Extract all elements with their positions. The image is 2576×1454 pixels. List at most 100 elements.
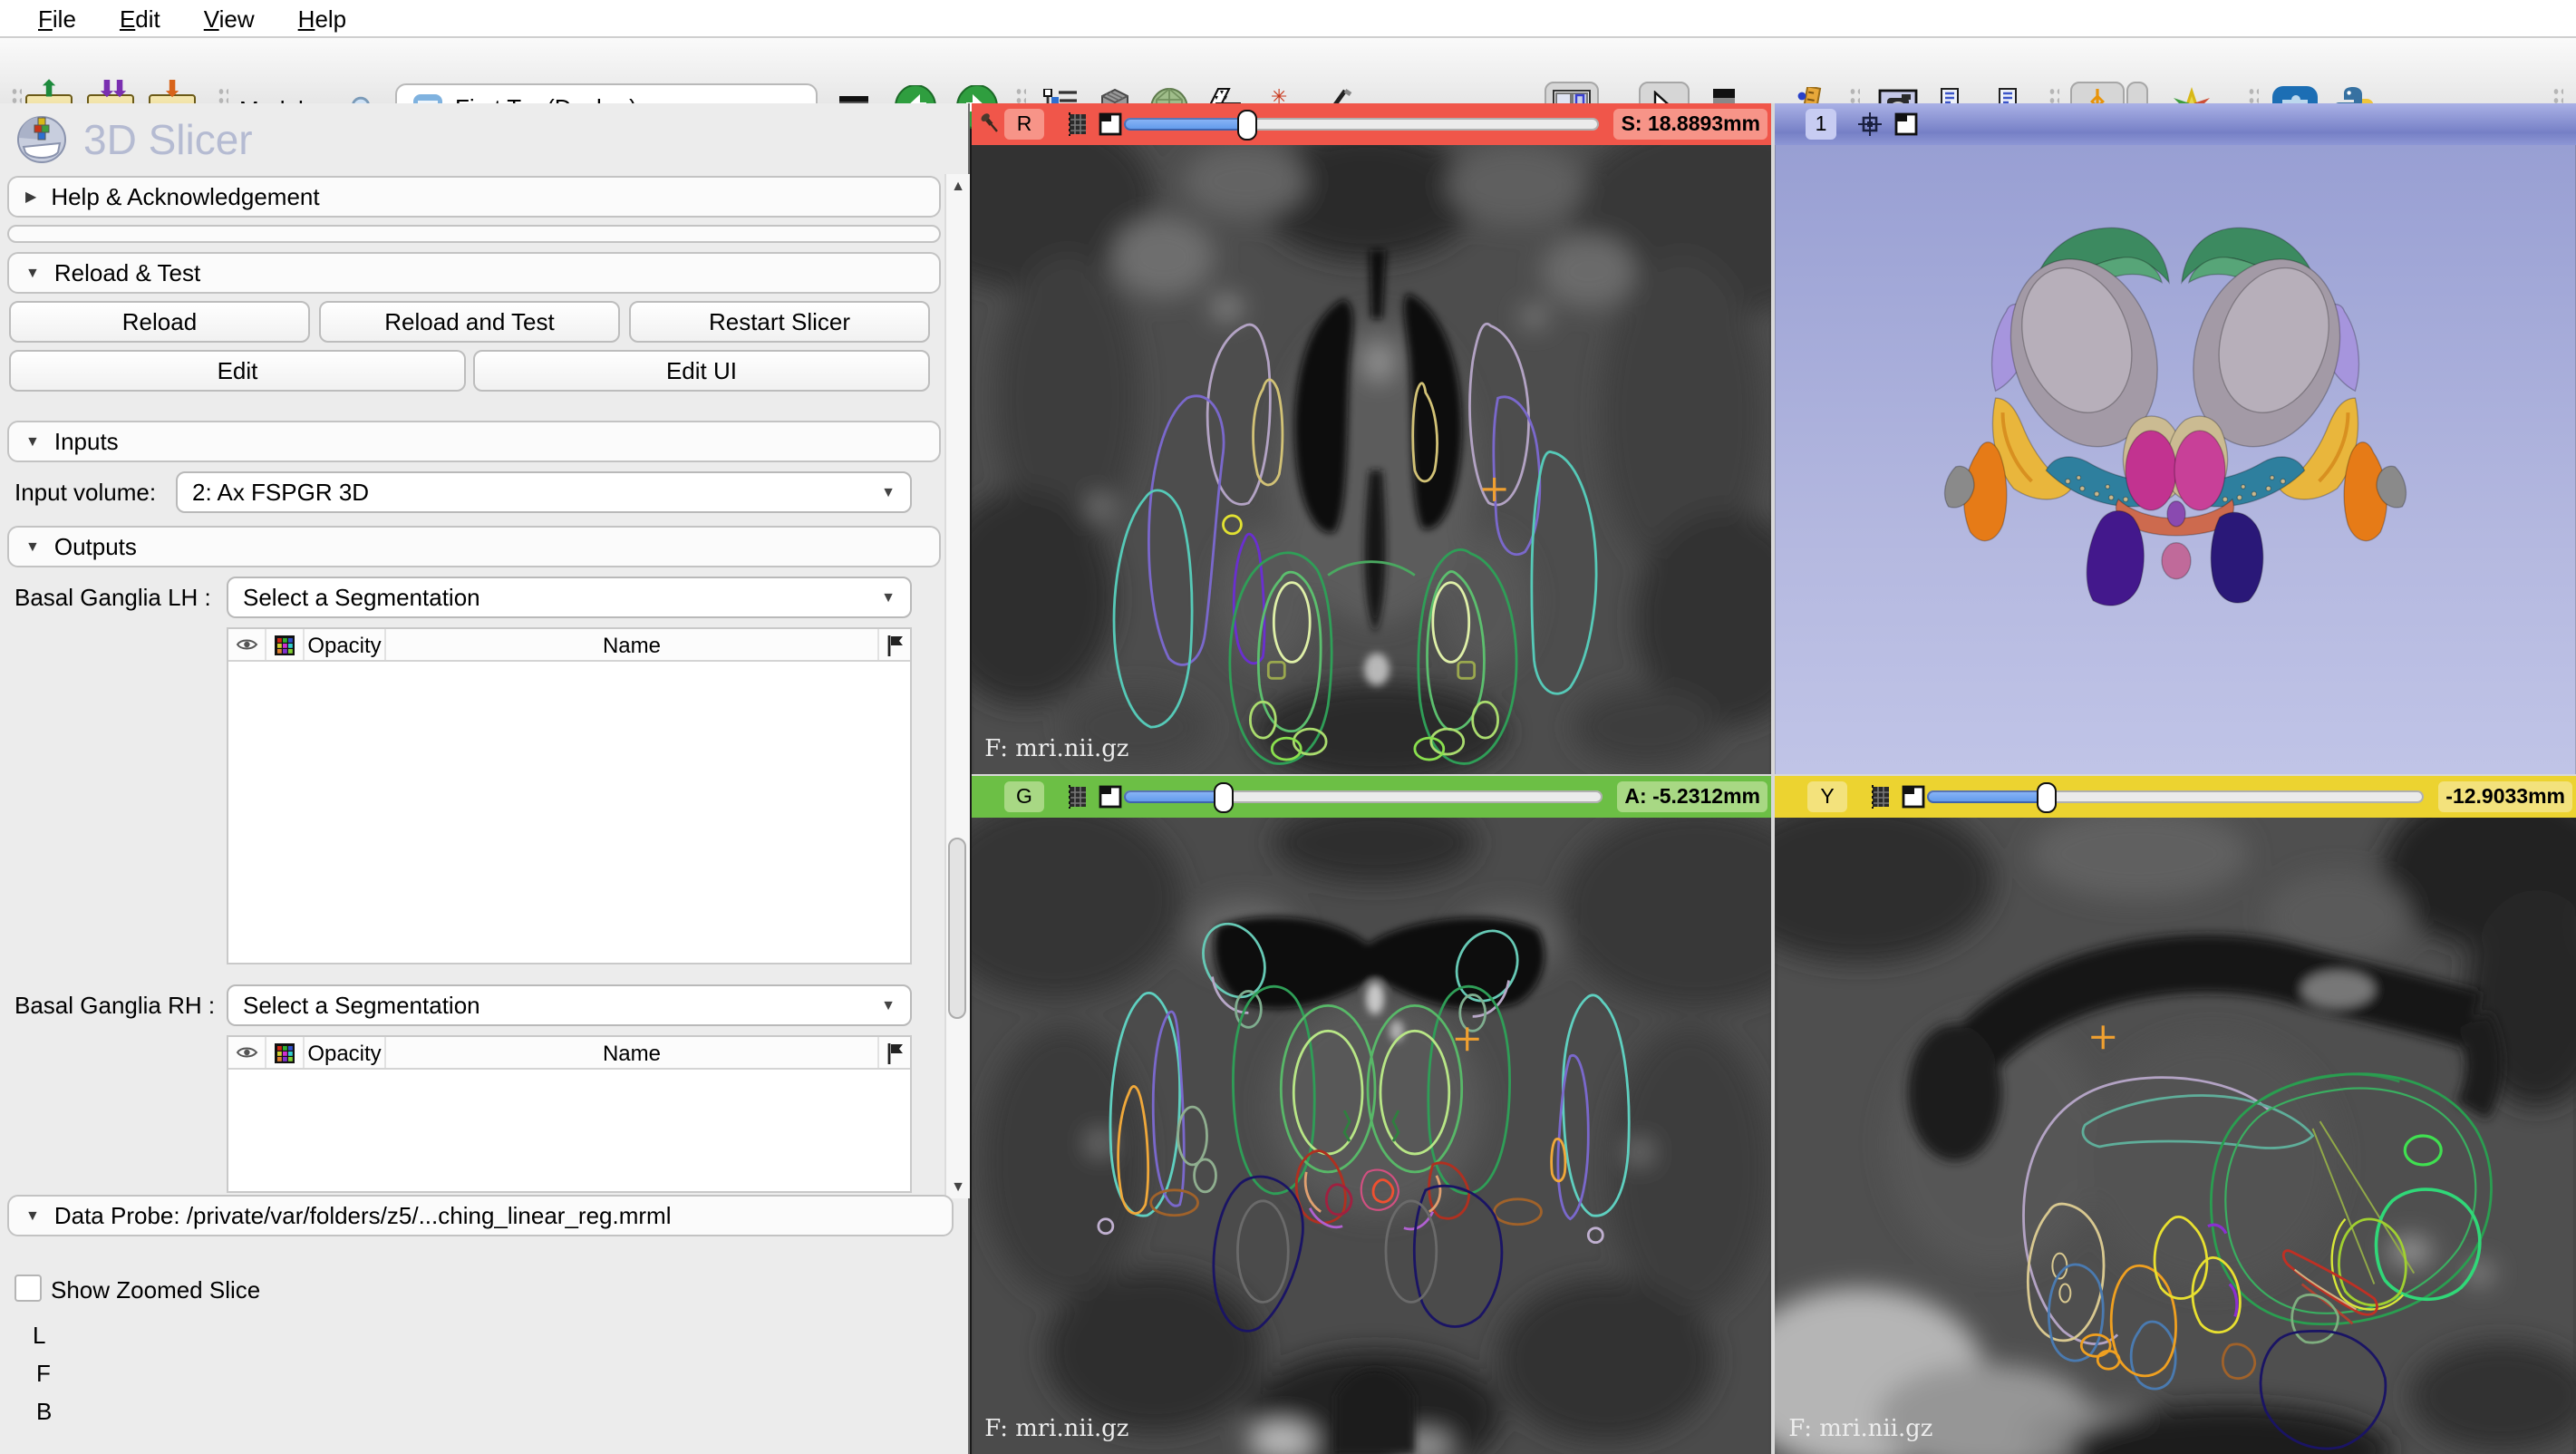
menu-bar: File Edit View Help: [0, 0, 2576, 38]
segmentation-table-header: Opacity Name: [228, 1037, 910, 1070]
slider-handle[interactable]: [1237, 109, 1257, 140]
reload-test-section[interactable]: ▼ Reload & Test: [7, 252, 941, 294]
data-probe-section[interactable]: ▼ Data Probe: /private/var/folders/z5/..…: [7, 1195, 954, 1236]
input-volume-label: Input volume:: [15, 479, 156, 506]
orientation-label-l: L: [33, 1322, 45, 1349]
yellow-slice-letter[interactable]: Y: [1807, 781, 1847, 812]
basal-ganglia-rh-label: Basal Ganglia RH :: [15, 992, 215, 1019]
viewer-layout-icon[interactable]: [1894, 112, 1918, 136]
threed-viewport[interactable]: [1775, 145, 2576, 774]
color-table-icon[interactable]: [266, 629, 305, 660]
segmentation-table-lh[interactable]: Opacity Name: [227, 627, 912, 964]
green-slice-controller-bar: G A: -5.2312mm: [972, 776, 1771, 818]
red-view-file-label: F: mri.nii.gz: [984, 735, 1128, 762]
chevron-down-icon: ▼: [881, 484, 896, 500]
expanded-arrow-icon: ▼: [25, 265, 40, 281]
red-slice-slider[interactable]: [1124, 109, 1600, 140]
coronal-mri-image: F: mri.nii.gz: [972, 818, 1771, 1454]
axial-mri-image: F: mri.nii.gz: [972, 145, 1771, 774]
flag-icon[interactable]: [879, 1037, 910, 1068]
slice-visibility-icon[interactable]: [1869, 785, 1893, 809]
main-toolbar: ⬆ DATA ⬇⬇ DCM ⬇ SAVE Modules: First Try …: [0, 38, 2576, 105]
help-acknowledgement-section[interactable]: ▶ Help & Acknowledgement: [7, 176, 941, 218]
red-slice-letter[interactable]: R: [1004, 109, 1044, 140]
restart-slicer-button[interactable]: Restart Slicer: [629, 301, 930, 343]
threed-view-number[interactable]: 1: [1806, 109, 1836, 140]
expanded-arrow-icon: ▼: [25, 538, 40, 555]
yellow-slice-controller-bar: Y -12.9033mm: [1775, 776, 2576, 818]
viewer-layout-icon[interactable]: [1099, 785, 1122, 809]
center-view-icon[interactable]: [1858, 112, 1882, 136]
red-slice-controller-bar: R S: 18.8893mm: [972, 103, 1771, 145]
show-zoomed-slice-label: Show Zoomed Slice: [51, 1276, 260, 1304]
edit-ui-button[interactable]: Edit UI: [473, 350, 930, 392]
color-table-icon[interactable]: [266, 1037, 305, 1068]
visibility-eye-icon[interactable]: [228, 1037, 266, 1068]
down-arrows-icon: ⬇⬇: [98, 80, 123, 98]
viewport-horizontal-divider: [972, 774, 2576, 776]
reload-and-test-button[interactable]: Reload and Test: [319, 301, 620, 343]
reload-button[interactable]: Reload: [9, 301, 310, 343]
threed-view-bar: 1: [1775, 103, 2576, 145]
flag-icon[interactable]: [879, 629, 910, 660]
module-panel: 3D Slicer ▶ Help & Acknowledgement ▼ Rel…: [0, 103, 970, 1454]
green-slice-letter[interactable]: G: [1004, 781, 1044, 812]
orientation-label-f: F: [36, 1360, 51, 1387]
scroll-up-icon[interactable]: ▲: [946, 178, 970, 194]
threed-model-image: [1775, 145, 2576, 774]
menu-help[interactable]: Help: [278, 5, 367, 32]
yellow-view-file-label: F: mri.nii.gz: [1788, 1415, 1932, 1442]
down-arrow-icon: ⬇: [163, 80, 181, 98]
basal-ganglia-rh-selector[interactable]: Select a Segmentation ▼: [227, 984, 912, 1026]
collapsed-empty-bar[interactable]: [7, 225, 941, 243]
viewer-layout-icon[interactable]: [1902, 785, 1925, 809]
name-column-header[interactable]: Name: [386, 1037, 879, 1068]
scroll-down-icon[interactable]: ▼: [946, 1178, 970, 1195]
edit-button[interactable]: Edit: [9, 350, 466, 392]
panel-scrollbar[interactable]: ▲ ▼: [944, 174, 970, 1198]
name-column-header[interactable]: Name: [386, 629, 879, 660]
segmentation-table-header: Opacity Name: [228, 629, 910, 662]
orientation-label-b: B: [36, 1398, 52, 1425]
menu-view[interactable]: View: [184, 5, 275, 32]
menu-edit[interactable]: Edit: [100, 5, 180, 32]
expanded-arrow-icon: ▼: [25, 1207, 40, 1224]
green-view-file-label: F: mri.nii.gz: [984, 1415, 1128, 1442]
opacity-column-header[interactable]: Opacity: [305, 629, 386, 660]
scrollbar-thumb[interactable]: [948, 838, 966, 1019]
red-slice-offset: S: 18.8893mm: [1614, 109, 1767, 140]
menu-file[interactable]: File: [18, 5, 96, 32]
show-zoomed-slice-checkbox[interactable]: [15, 1275, 42, 1302]
segmentation-table-rh[interactable]: Opacity Name: [227, 1035, 912, 1193]
basal-ganglia-lh-label: Basal Ganglia LH :: [15, 584, 211, 611]
chevron-down-icon: ▼: [881, 997, 896, 1013]
input-volume-selector[interactable]: 2: Ax FSPGR 3D ▼: [176, 471, 912, 513]
green-slice-slider[interactable]: [1124, 781, 1603, 812]
outputs-section[interactable]: ▼ Outputs: [7, 526, 941, 567]
expanded-arrow-icon: ▼: [25, 433, 40, 450]
basal-ganglia-lh-selector[interactable]: Select a Segmentation ▼: [227, 577, 912, 618]
up-arrow-icon: ⬆: [40, 80, 58, 98]
yellow-slice-slider[interactable]: [1927, 781, 2424, 812]
opacity-column-header[interactable]: Opacity: [305, 1037, 386, 1068]
collapsed-arrow-icon: ▶: [25, 189, 36, 205]
green-slice-offset: A: -5.2312mm: [1617, 781, 1767, 812]
chevron-down-icon: ▼: [881, 589, 896, 606]
slicer-logo: [15, 111, 69, 165]
app-title: 3D Slicer: [83, 116, 253, 165]
red-slice-viewport[interactable]: F: mri.nii.gz: [972, 145, 1771, 774]
slider-handle[interactable]: [1215, 781, 1235, 812]
viewport-vertical-divider: [1771, 103, 1775, 1454]
slider-handle[interactable]: [2037, 781, 2057, 812]
yellow-slice-offset: -12.9033mm: [2438, 781, 2572, 812]
yellow-slice-viewport[interactable]: F: mri.nii.gz: [1775, 818, 2576, 1454]
green-slice-viewport[interactable]: F: mri.nii.gz: [972, 818, 1771, 1454]
inputs-section[interactable]: ▼ Inputs: [7, 421, 941, 462]
sagittal-mri-image: F: mri.nii.gz: [1775, 818, 2576, 1454]
pin-icon[interactable]: [979, 112, 1001, 136]
viewer-layout-icon[interactable]: [1099, 112, 1122, 136]
slice-visibility-icon[interactable]: [1066, 785, 1089, 809]
visibility-eye-icon[interactable]: [228, 629, 266, 660]
slicer-window: File Edit View Help ⬆ DATA ⬇⬇ DCM ⬇ SAVE…: [0, 0, 2576, 1454]
slice-visibility-icon[interactable]: [1066, 112, 1089, 136]
